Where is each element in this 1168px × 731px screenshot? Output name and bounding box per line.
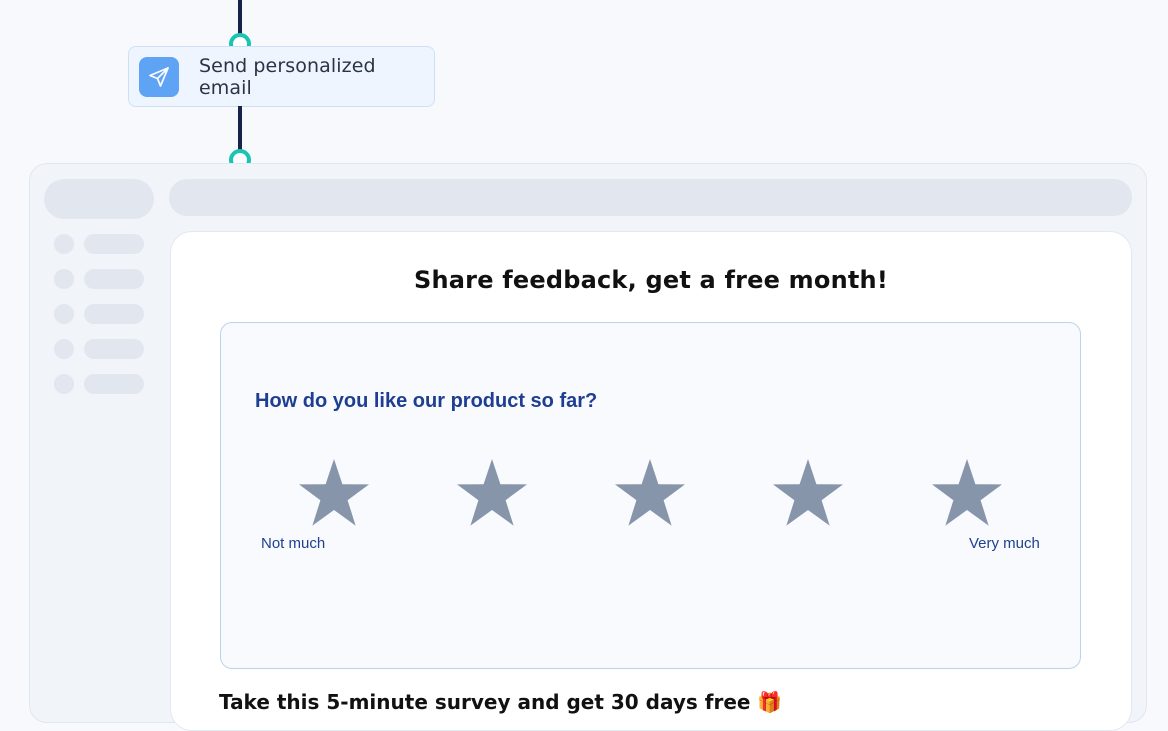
star-icon — [773, 459, 843, 526]
star-icon — [615, 459, 685, 526]
rating-star-1[interactable] — [298, 458, 370, 528]
star-icon — [932, 459, 1002, 526]
rating-star-2[interactable] — [456, 458, 528, 528]
flow-connector-top — [238, 0, 242, 34]
skeleton-sidebar-item — [54, 374, 144, 394]
rating-star-4[interactable] — [772, 458, 844, 528]
rating-star-5[interactable] — [931, 458, 1003, 528]
email-intro-text: Take this 5-minute survey and get 30 day… — [219, 690, 783, 714]
rating-low-label: Not much — [261, 535, 326, 552]
flow-connector-middle — [238, 106, 242, 152]
skeleton-sidebar-item — [54, 339, 144, 359]
action-node-label: Send personalized email — [199, 54, 376, 99]
skeleton-sidebar-item — [54, 234, 144, 254]
star-icon — [457, 459, 527, 526]
send-email-action-node[interactable]: Send personalized email — [128, 46, 435, 107]
survey-question: How do you like our product so far? — [255, 390, 598, 412]
rating-star-3[interactable] — [614, 458, 686, 528]
skeleton-sidebar-item — [54, 269, 144, 289]
skeleton-search-bar — [169, 179, 1132, 216]
email-heading: Share feedback, get a free month! — [414, 266, 888, 294]
skeleton-compose-button — [44, 179, 154, 219]
rating-high-label: Very much — [969, 535, 1040, 552]
star-icon — [299, 459, 369, 526]
skeleton-sidebar-item — [54, 304, 144, 324]
send-paper-plane-icon — [139, 56, 179, 97]
